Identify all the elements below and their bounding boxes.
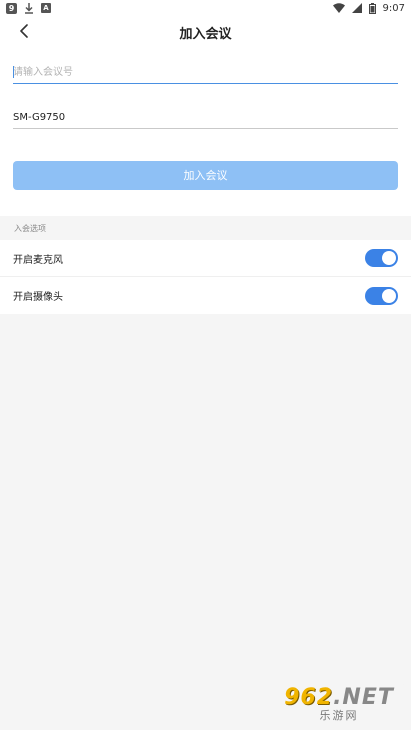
microphone-toggle[interactable] — [365, 249, 398, 267]
status-right: 9:07 — [332, 2, 405, 14]
watermark-logo: 962.NET — [284, 684, 394, 710]
download-icon — [24, 2, 34, 14]
watermark-suffix: .NET — [333, 684, 394, 710]
camera-toggle[interactable] — [365, 286, 398, 305]
a-icon: A — [41, 3, 51, 13]
nav-bar: 加入会议 — [0, 16, 411, 46]
page-title: 加入会议 — [179, 27, 232, 42]
display-name-field — [13, 105, 398, 129]
option-row-camera: 开启摄像头 — [0, 277, 411, 314]
watermark-site-name: 乐游网 — [319, 708, 359, 722]
display-name-input[interactable] — [13, 106, 398, 129]
join-form-panel: 加入会议 加入会议 — [0, 16, 411, 216]
status-time: 9:07 — [382, 2, 405, 14]
status-bar: 9 A 9:07 — [0, 0, 411, 16]
toggle-knob — [382, 288, 396, 303]
join-options-list: 开启麦克风 开启摄像头 — [0, 240, 411, 314]
text-cursor — [13, 66, 14, 78]
option-row-microphone: 开启麦克风 — [0, 240, 411, 277]
status-left: 9 A — [6, 2, 51, 14]
site-watermark: 962.NET 乐游网 — [273, 684, 405, 724]
screen: 9 A 9:07 加入会议 请输入会议号 SM-G9750 加入会议 入会选项 … — [0, 0, 411, 730]
app-icon: 9 — [6, 2, 17, 14]
wifi-icon — [332, 3, 345, 13]
meeting-id-input[interactable] — [13, 61, 398, 84]
toggle-knob — [382, 251, 396, 265]
watermark-number: 962 — [284, 684, 334, 710]
meeting-id-field — [13, 60, 398, 84]
option-label-microphone: 开启麦克风 — [13, 254, 63, 266]
option-label-camera: 开启摄像头 — [13, 292, 63, 303]
join-meeting-button[interactable]: 加入会议 — [13, 161, 398, 190]
signal-icon — [351, 3, 362, 13]
section-title-join-options: 入会选项 — [14, 224, 46, 233]
battery-icon — [368, 2, 376, 14]
